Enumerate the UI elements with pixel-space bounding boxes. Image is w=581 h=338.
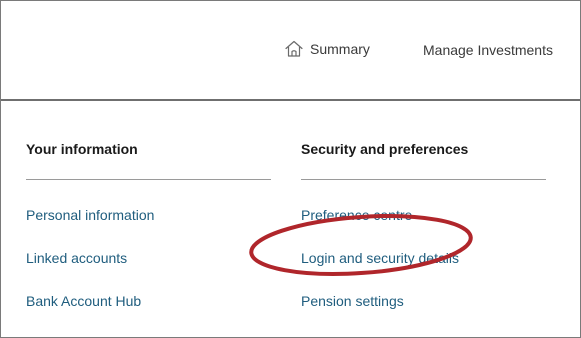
your-information-links: Personal information Linked accounts Ban…	[26, 207, 271, 313]
nav-manage-investments-link[interactable]: Manage Investments	[423, 42, 553, 58]
home-icon	[284, 39, 304, 59]
section-divider	[26, 179, 271, 180]
nav-summary-link[interactable]: Summary	[284, 39, 370, 59]
screenshot-frame: Summary Manage Investments Your informat…	[0, 0, 581, 338]
top-navigation-bar: Summary Manage Investments	[1, 1, 580, 99]
login-and-security-details-link[interactable]: Login and security details	[301, 250, 546, 270]
security-and-preferences-column: Security and preferences Preference cent…	[301, 141, 546, 336]
bank-account-hub-link[interactable]: Bank Account Hub	[26, 293, 271, 313]
pension-settings-link[interactable]: Pension settings	[301, 293, 546, 313]
preference-centre-link[interactable]: Preference centre	[301, 207, 546, 227]
nav-summary-label: Summary	[310, 41, 370, 57]
security-and-preferences-heading: Security and preferences	[301, 141, 469, 157]
your-information-column: Your information Personal information Li…	[26, 141, 271, 336]
personal-information-link[interactable]: Personal information	[26, 207, 271, 227]
account-settings-menu: Your information Personal information Li…	[1, 101, 580, 337]
section-divider	[301, 179, 546, 180]
your-information-heading: Your information	[26, 141, 138, 157]
linked-accounts-link[interactable]: Linked accounts	[26, 250, 271, 270]
security-and-preferences-links: Preference centre Login and security det…	[301, 207, 546, 313]
